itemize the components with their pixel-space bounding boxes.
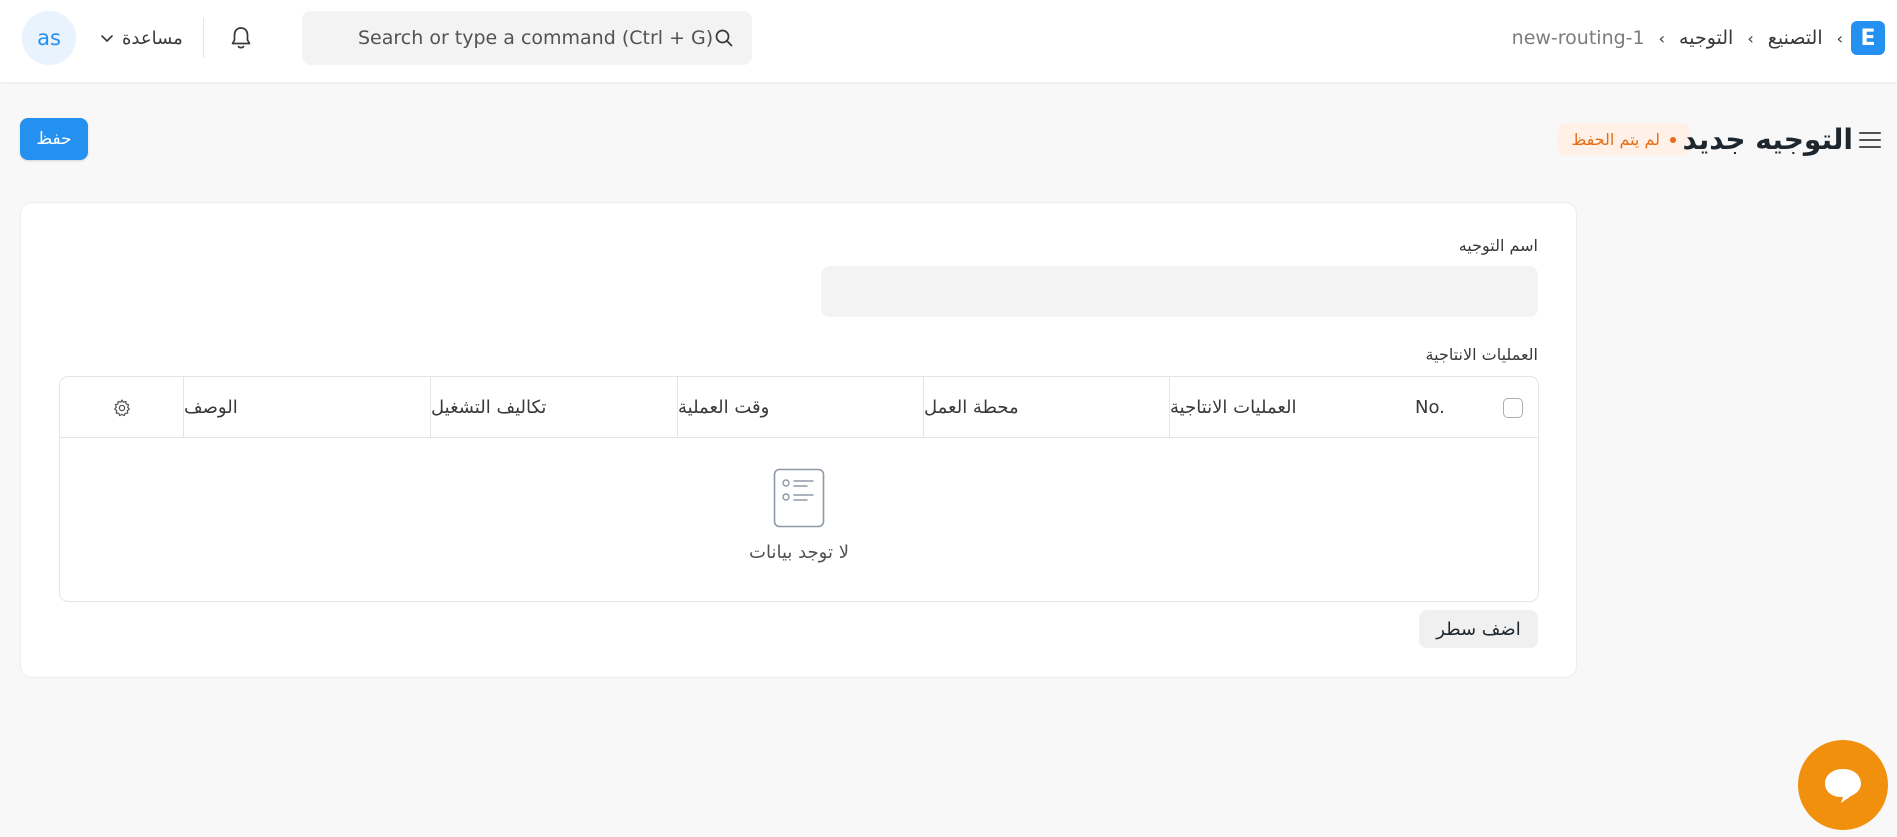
avatar[interactable]: as — [22, 11, 76, 65]
select-all-cell — [1488, 377, 1538, 438]
chat-bubble-icon — [1825, 769, 1861, 803]
form-card: اسم التوجيه العمليات الانتاجية No. العمل… — [20, 202, 1577, 678]
chevron-down-icon — [101, 35, 113, 42]
menu-icon[interactable] — [1857, 127, 1883, 153]
page-title: التوجيه جديد — [1682, 122, 1853, 156]
routing-name-input[interactable] — [821, 266, 1538, 317]
gear-icon — [114, 398, 130, 416]
chevron-left-icon: ‹ — [1836, 28, 1843, 48]
operations-label: العمليات الانتاجية — [1425, 345, 1538, 364]
save-button[interactable]: حفظ — [20, 118, 88, 160]
select-all-checkbox[interactable] — [1503, 397, 1523, 418]
add-row-button[interactable]: اضف سطر — [1419, 610, 1538, 648]
empty-list-icon — [773, 468, 825, 528]
column-header-operating-cost: تكاليف التشغيل — [430, 377, 677, 438]
operations-table: No. العمليات الانتاجية محطة العمل وقت ال… — [59, 376, 1539, 602]
column-header-operation: العمليات الانتاجية — [1169, 377, 1415, 438]
breadcrumb-item-routing[interactable]: التوجيه — [1679, 27, 1733, 49]
bell-icon[interactable] — [227, 24, 255, 52]
breadcrumb-item-manufacturing[interactable]: التصنيع — [1768, 27, 1823, 49]
column-header-workstation: محطة العمل — [923, 377, 1169, 438]
chat-button[interactable] — [1798, 740, 1888, 830]
column-settings-button[interactable] — [60, 377, 184, 438]
navbar: as مساعدة Search or type a command (Ctrl… — [0, 0, 1897, 83]
status-badge: لم يتم الحفظ — [1557, 123, 1690, 156]
status-text: لم يتم الحفظ — [1571, 130, 1660, 149]
search-bar[interactable]: Search or type a command (Ctrl + G) — [302, 11, 752, 65]
help-dropdown[interactable]: مساعدة — [100, 24, 183, 52]
empty-state: لا توجد بيانات — [60, 438, 1538, 601]
column-header-no: No. — [1415, 397, 1445, 418]
search-input[interactable]: Search or type a command (Ctrl + G) — [358, 11, 713, 65]
app-logo[interactable]: E — [1851, 21, 1885, 55]
help-label: مساعدة — [122, 27, 183, 49]
table-header: No. العمليات الانتاجية محطة العمل وقت ال… — [60, 377, 1538, 438]
breadcrumb-item-current: new-routing-1 — [1511, 27, 1645, 49]
navbar-divider — [203, 18, 204, 58]
routing-name-label: اسم التوجيه — [1458, 236, 1538, 255]
chevron-left-icon: ‹ — [1747, 28, 1754, 48]
breadcrumb: ‹ التصنيع ‹ التوجيه ‹ new-routing-1 — [1512, 22, 1843, 54]
empty-state-text: لا توجد بيانات — [749, 542, 849, 563]
search-icon — [715, 29, 733, 47]
column-header-operation-time: وقت العملية — [677, 377, 923, 438]
chevron-left-icon: ‹ — [1658, 28, 1666, 48]
column-header-description: الوصف — [183, 377, 430, 438]
status-dot — [1670, 136, 1676, 143]
